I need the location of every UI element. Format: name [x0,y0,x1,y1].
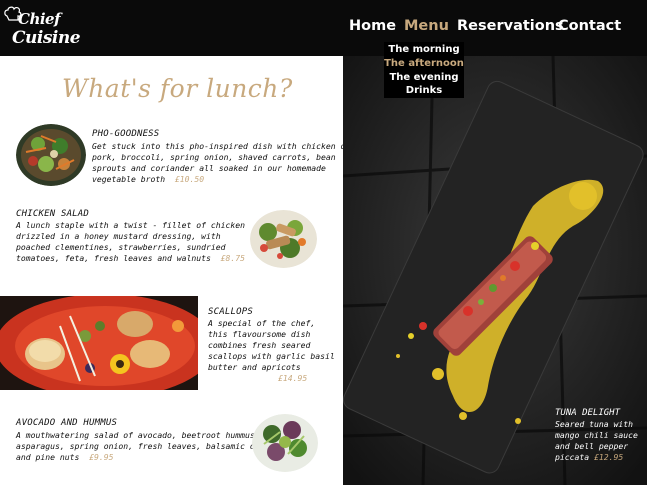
nav-menu[interactable]: Menu [404,18,449,34]
submenu-morning[interactable]: The morning [384,44,464,55]
chicken-salad-image [250,210,317,268]
logo-text-chief: Chief [18,10,61,28]
featured-desc: Seared tuna with mango chili sauce and b… [555,419,638,462]
item-title-chicken-salad: CHICKEN SALAD [16,209,90,219]
item-title-pho: PHO-GOODNESS [92,129,160,139]
nav-home[interactable]: Home [349,18,396,34]
submenu-drinks[interactable]: Drinks [384,85,464,96]
item-desc-chicken-salad: A lunch staple with a twist - fillet of … [16,220,246,263]
page-heading: What's for lunch? [62,74,293,103]
item-desc-avocado-hummus: A mouthwatering salad of avocado, beetro… [16,430,289,462]
submenu-afternoon[interactable]: The afternoon [384,58,464,69]
price-tuna: £12.95 [594,452,624,462]
nav-contact[interactable]: Contact [558,18,621,34]
logo-text-cuisine: Cuisine [12,28,81,48]
brand-logo[interactable]: Chief Cuisine [4,4,81,54]
submenu-evening[interactable]: The evening [384,72,464,83]
item-desc-scallops: A special of the chef, this flavoursome … [208,318,335,383]
item-title-scallops: SCALLOPS [208,307,253,317]
scallops-dish-image [0,296,198,390]
featured-title: TUNA DELIGHT [555,408,621,418]
price-scallops: £14.95 [278,373,308,383]
menu-dropdown: The morning The afternoon The evening Dr… [384,42,464,98]
price-pho: £10.50 [174,174,205,184]
item-title-avocado-hummus: AVOCADO AND HUMMUS [16,418,118,428]
avocado-salad-image [252,414,318,472]
price-chicken-salad: £8.75 [220,253,246,263]
pho-dish-image [16,124,86,186]
nav-reservations[interactable]: Reservations [457,18,564,34]
item-desc-pho: Get stuck into this pho-inspired dish wi… [92,141,351,184]
price-avocado-hummus: £9.95 [89,452,114,462]
